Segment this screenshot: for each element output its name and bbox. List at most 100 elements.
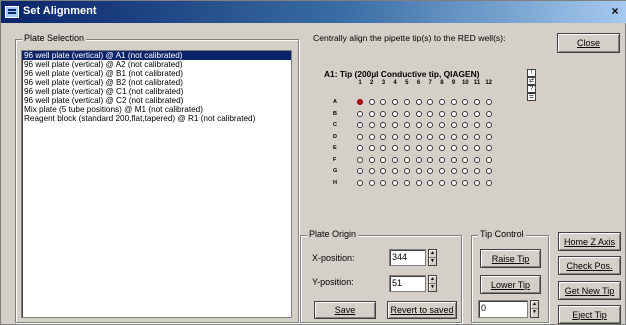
x-position-spinner[interactable]: ▲ ▼ <box>428 249 437 266</box>
plate-well[interactable] <box>438 110 445 117</box>
plate-well[interactable] <box>438 156 445 163</box>
plate-well[interactable] <box>427 179 434 186</box>
get-new-tip-button[interactable]: Get New Tip <box>558 281 621 300</box>
plate-well[interactable] <box>450 156 457 163</box>
plate-well[interactable] <box>403 145 410 151</box>
plate-well[interactable] <box>438 168 445 174</box>
plate-well[interactable] <box>485 145 492 151</box>
plate-well[interactable] <box>438 99 445 105</box>
plate-well[interactable] <box>474 168 480 174</box>
plate-well[interactable] <box>368 99 375 105</box>
eject-tip-button[interactable]: Eject Tip <box>558 305 621 324</box>
plate-well[interactable] <box>462 122 469 128</box>
plate-list-item[interactable]: Reagent block (standard 200,flat,tapered… <box>22 114 291 123</box>
plate-well[interactable] <box>392 145 399 151</box>
y-position-field[interactable]: 51 <box>389 275 426 292</box>
plate-well[interactable] <box>462 168 469 174</box>
plate-well[interactable] <box>474 156 480 163</box>
x-position-field[interactable]: 344 <box>389 249 426 266</box>
close-button[interactable]: Close <box>557 33 620 53</box>
spin-down-icon[interactable]: ▼ <box>429 258 436 266</box>
plate-well[interactable] <box>415 145 422 151</box>
plate-well[interactable] <box>357 179 363 186</box>
list-icon[interactable]: ☰ <box>527 93 536 101</box>
plate-list-item[interactable]: 96 well plate (vertical) @ C2 (not calib… <box>22 96 291 105</box>
plate-well[interactable] <box>380 99 387 105</box>
plate-well[interactable] <box>485 99 492 105</box>
plate-well[interactable] <box>392 110 399 117</box>
plate-well[interactable] <box>462 99 469 105</box>
spin-down-icon[interactable]: ▼ <box>531 309 538 317</box>
plate-well[interactable] <box>368 168 375 174</box>
plate-well[interactable] <box>427 133 434 140</box>
lower-tip-button[interactable]: Lower Tip <box>480 275 541 294</box>
save-button[interactable]: Save <box>314 301 376 319</box>
plate-well[interactable] <box>462 110 469 117</box>
plate-list-item[interactable]: 96 well plate (vertical) @ A2 (not calib… <box>22 60 291 69</box>
plate-well[interactable] <box>474 133 480 140</box>
spin-down-icon[interactable]: ▼ <box>429 284 436 292</box>
plate-well[interactable] <box>392 122 399 128</box>
plate-well[interactable] <box>450 168 457 174</box>
plate-well[interactable] <box>415 168 422 174</box>
spin-up-icon[interactable]: ▲ <box>429 250 436 258</box>
plate-well[interactable] <box>450 99 457 105</box>
plate-well[interactable] <box>357 145 363 151</box>
plate-well[interactable] <box>450 179 457 186</box>
plate-well[interactable] <box>403 133 410 140</box>
plate-well[interactable] <box>392 168 399 174</box>
plate-well[interactable] <box>392 156 399 163</box>
plate-well[interactable] <box>485 156 492 163</box>
help-icon[interactable]: ? <box>527 85 536 93</box>
plate-well[interactable] <box>368 122 375 128</box>
plate-well[interactable] <box>485 110 492 117</box>
plate-well[interactable] <box>427 110 434 117</box>
plate-well[interactable] <box>485 168 492 174</box>
title-bar[interactable]: Set Alignment × <box>1 1 626 23</box>
plate-well[interactable] <box>368 156 375 163</box>
plate-well[interactable] <box>392 99 399 105</box>
check-pos-button[interactable]: Check Pos. <box>558 256 621 275</box>
close-window-icon[interactable]: × <box>607 4 623 18</box>
plate-well[interactable] <box>415 99 422 105</box>
plate-list-item[interactable]: 96 well plate (vertical) @ B2 (not calib… <box>22 78 291 87</box>
plate-well[interactable] <box>415 133 422 140</box>
plate-well[interactable] <box>380 156 387 163</box>
plate-well[interactable] <box>403 122 410 128</box>
alert-icon[interactable]: ! <box>527 69 536 77</box>
plate-well[interactable] <box>368 133 375 140</box>
plate-list-item[interactable]: Mix plate (5 tube positions) @ M1 (not c… <box>22 105 291 114</box>
plate-well[interactable] <box>427 168 434 174</box>
spin-up-icon[interactable]: ▲ <box>429 276 436 284</box>
plate-well[interactable] <box>357 133 363 140</box>
plate-well[interactable] <box>392 179 399 186</box>
plate-well[interactable] <box>357 110 363 117</box>
swap-icon[interactable]: ⇄ <box>527 77 536 85</box>
plate-well[interactable] <box>427 145 434 151</box>
plate-well[interactable] <box>403 179 410 186</box>
plate-well[interactable] <box>474 110 480 117</box>
plate-well[interactable] <box>357 156 363 163</box>
plate-well[interactable] <box>438 122 445 128</box>
plate-well[interactable] <box>485 179 492 186</box>
plate-well[interactable] <box>474 179 480 186</box>
plate-well[interactable] <box>450 133 457 140</box>
plate-well[interactable] <box>474 99 480 105</box>
plate-well[interactable] <box>357 122 363 128</box>
plate-well[interactable] <box>438 133 445 140</box>
revert-to-saved-button[interactable]: Revert to saved <box>387 301 457 319</box>
plate-well[interactable] <box>368 110 375 117</box>
plate-list-item[interactable]: 96 well plate (vertical) @ B1 (not calib… <box>22 69 291 78</box>
plate-well[interactable] <box>462 133 469 140</box>
plate-well[interactable] <box>368 179 375 186</box>
target-well[interactable] <box>357 99 363 105</box>
plate-well[interactable] <box>485 133 492 140</box>
plate-well[interactable] <box>403 168 410 174</box>
plate-well[interactable] <box>462 156 469 163</box>
plate-well[interactable] <box>403 110 410 117</box>
plate-well[interactable] <box>380 122 387 128</box>
raise-tip-button[interactable]: Raise Tip <box>480 249 541 268</box>
plate-well[interactable] <box>415 122 422 128</box>
plate-well[interactable] <box>427 99 434 105</box>
plate-well[interactable] <box>380 110 387 117</box>
